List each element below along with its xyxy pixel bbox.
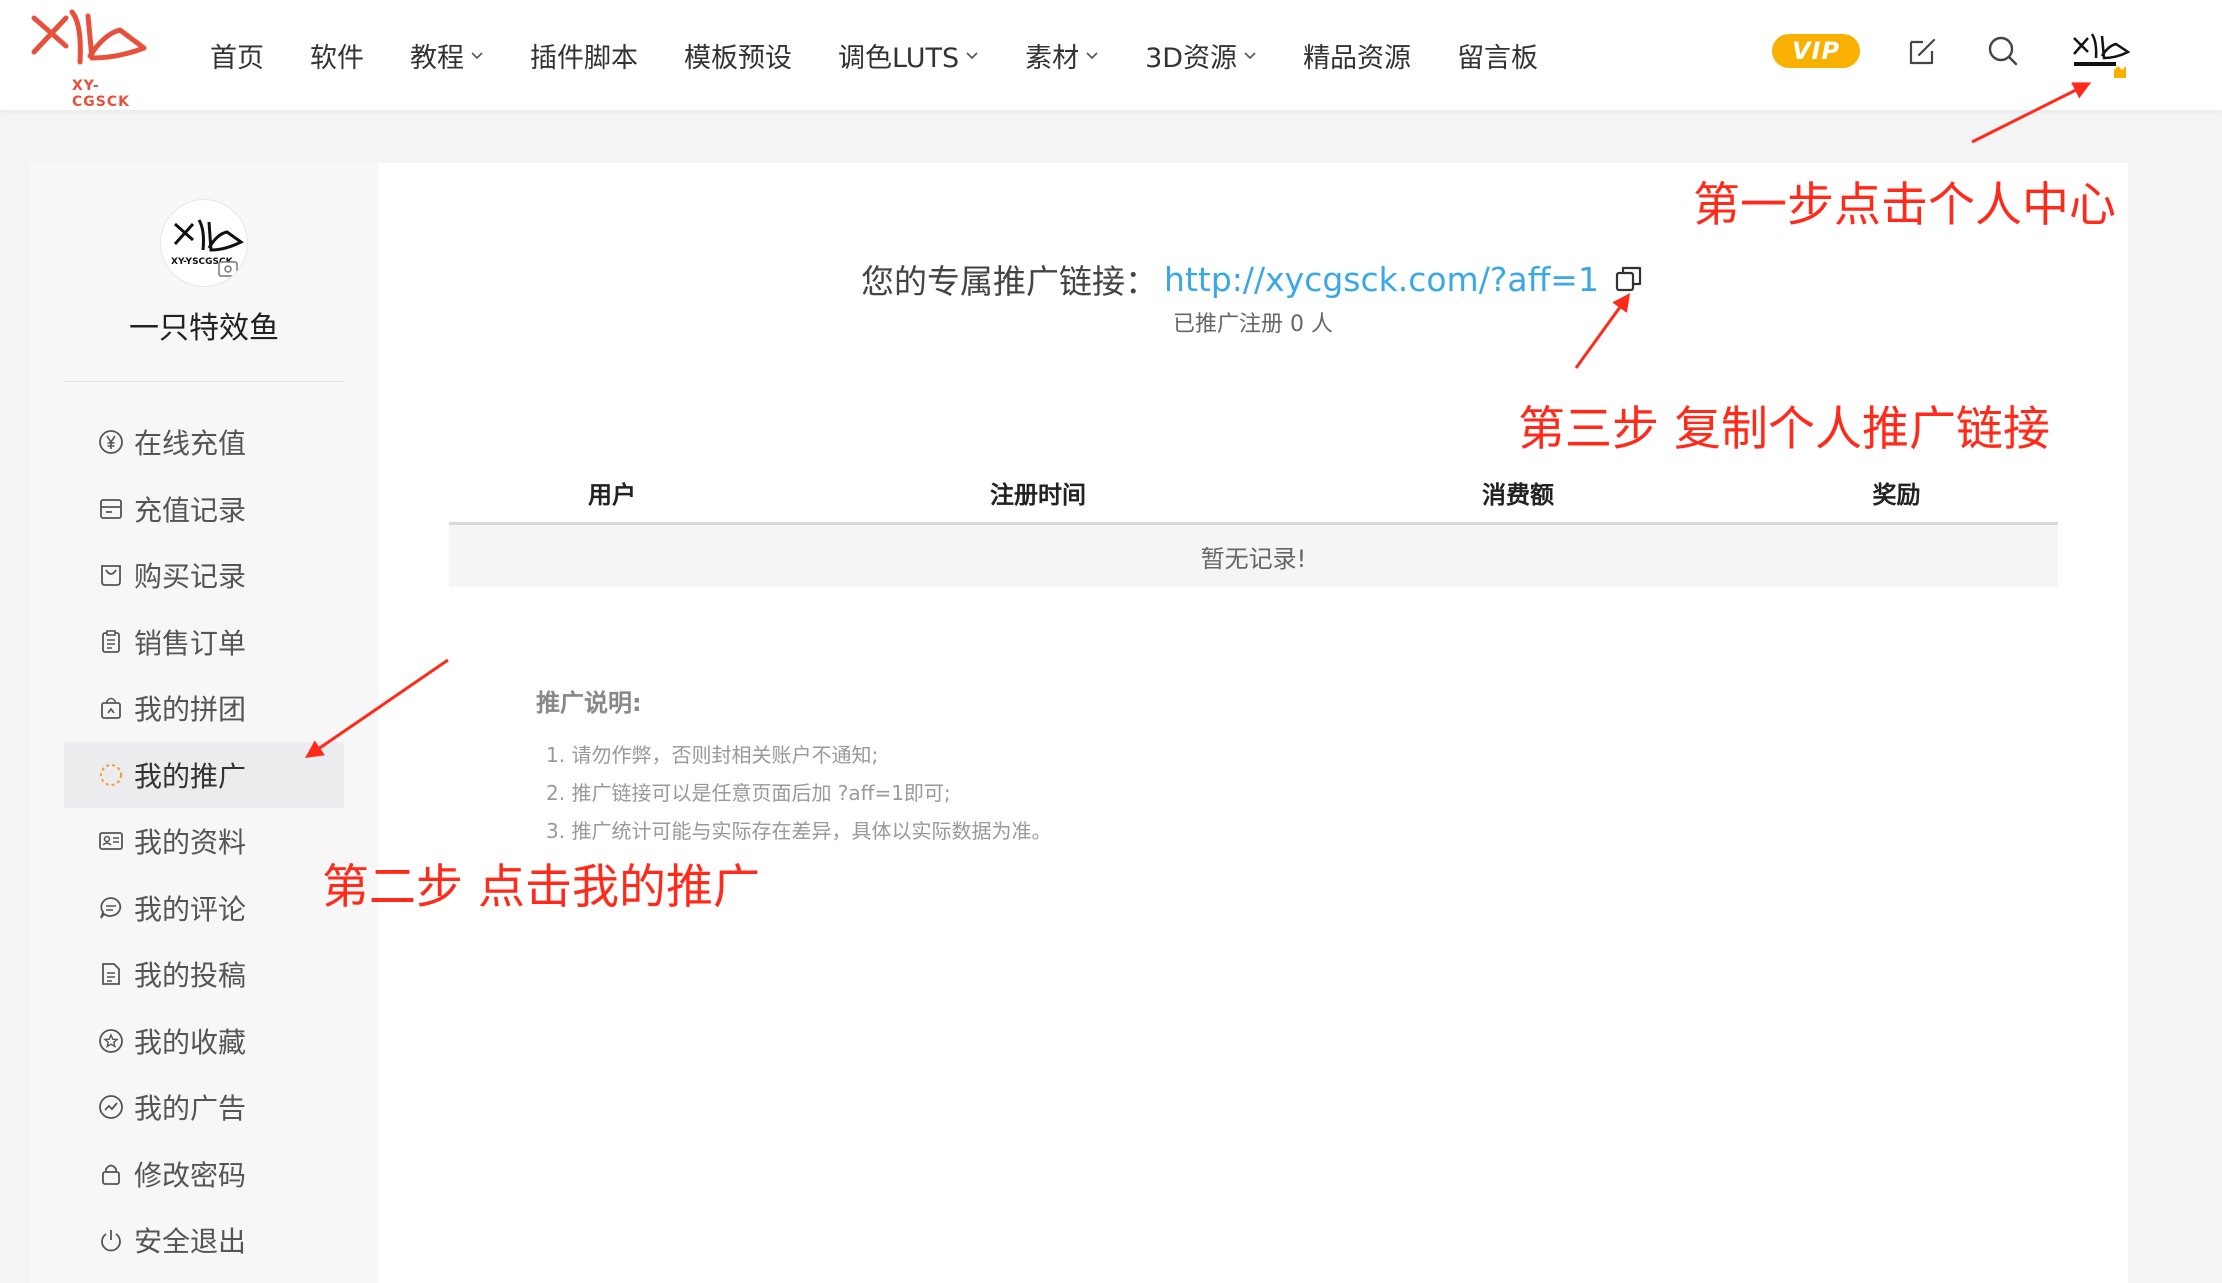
menu-label: 安全退出 bbox=[134, 1225, 247, 1259]
username: 一只特效鱼 bbox=[129, 311, 279, 346]
menu-item-change-password[interactable]: 修改密码 bbox=[64, 1141, 344, 1208]
nav-item-premium[interactable]: 精品资源 bbox=[1303, 36, 1411, 75]
table-empty-row: 暂无记录! bbox=[449, 525, 2058, 587]
search-icon[interactable] bbox=[1986, 34, 2020, 68]
nav-item-materials[interactable]: 素材 bbox=[1025, 36, 1099, 75]
affiliate-count: 已推广注册 0 人 bbox=[1173, 312, 1333, 337]
divider bbox=[64, 381, 344, 382]
menu-label: 在线充值 bbox=[134, 427, 247, 461]
site-logo[interactable]: XY-CGSCK bbox=[28, 4, 153, 110]
logo-text: XY-CGSCK bbox=[72, 78, 130, 110]
nav-label: 软件 bbox=[310, 42, 364, 74]
user-avatar[interactable] bbox=[2066, 22, 2130, 86]
avatar-image: XY-YSCGSCK bbox=[171, 219, 244, 277]
nav-item-tutorials[interactable]: 教程 bbox=[410, 36, 484, 75]
avatar[interactable]: XY-YSCGSCK bbox=[160, 199, 248, 287]
main-nav: 首页 软件 教程 插件脚本 模板预设 调色LUTS 素材 3D资源 精品资源 留… bbox=[210, 0, 1584, 110]
annotation-step3: 第三步 复制个人推广链接 bbox=[1518, 402, 2050, 457]
menu-item-recharge-records[interactable]: 充值记录 bbox=[64, 476, 344, 543]
column-header-reward: 奖励 bbox=[1872, 481, 1921, 509]
lock-icon bbox=[102, 1164, 120, 1185]
menu-item-my-posts[interactable]: 我的投稿 bbox=[64, 941, 344, 1008]
chevron-down-icon bbox=[966, 52, 978, 60]
nav-item-software[interactable]: 软件 bbox=[310, 36, 364, 75]
menu-label: 购买记录 bbox=[134, 560, 247, 594]
nav-label: 教程 bbox=[410, 42, 464, 74]
document-icon bbox=[102, 963, 120, 986]
nav-item-home[interactable]: 首页 bbox=[210, 36, 264, 75]
nav-item-guestbook[interactable]: 留言板 bbox=[1457, 36, 1538, 75]
chevron-down-icon bbox=[471, 52, 483, 60]
menu-item-my-promotion[interactable]: 我的推广 bbox=[64, 741, 344, 808]
copy-icon[interactable] bbox=[1613, 263, 1645, 295]
menu-label: 我的广告 bbox=[134, 1092, 247, 1126]
annotation-step1: 第一步点击个人中心 bbox=[1693, 178, 2116, 233]
nav-label: 模板预设 bbox=[684, 42, 792, 74]
nav-label: 插件脚本 bbox=[530, 42, 638, 74]
menu-label: 销售订单 bbox=[134, 626, 247, 660]
menu-item-my-comments[interactable]: 我的评论 bbox=[64, 875, 344, 942]
clipboard-icon bbox=[102, 629, 120, 653]
nav-label: 3D资源 bbox=[1145, 42, 1238, 74]
promotion-panel: 您的专属推广链接： http://xycgsck.com/?aff=1 已推广注… bbox=[378, 163, 2128, 1283]
chart-circle-icon bbox=[99, 1095, 123, 1120]
affiliate-link[interactable]: http://xycgsck.com/?aff=1 bbox=[1164, 260, 1599, 299]
menu-label: 充值记录 bbox=[134, 493, 247, 527]
referral-table: 用户 注册时间 消费额 奖励 暂无记录! bbox=[449, 463, 2058, 587]
menu-item-recharge[interactable]: 在线充值 bbox=[64, 409, 344, 476]
column-header-register-time: 注册时间 bbox=[990, 481, 1086, 509]
menu-item-group-buy[interactable]: 我的拼团 bbox=[64, 675, 344, 742]
menu-item-logout[interactable]: 安全退出 bbox=[64, 1207, 344, 1274]
description-title: 推广说明: bbox=[536, 689, 642, 717]
menu-label: 我的拼团 bbox=[134, 693, 247, 727]
vip-badge[interactable]: VIP bbox=[1772, 34, 1860, 68]
nav-label: 留言板 bbox=[1457, 42, 1539, 74]
description-item: 1. 请勿作弊，否则封相关账户不通知; bbox=[546, 743, 879, 767]
nav-label: 精品资源 bbox=[1303, 42, 1412, 74]
top-header: XY-CGSCK 首页 软件 教程 插件脚本 模板预设 调色LUTS 素材 3D… bbox=[0, 0, 2222, 110]
menu-item-purchase-records[interactable]: 购买记录 bbox=[64, 542, 344, 609]
affiliate-label: 您的专属推广链接： bbox=[861, 262, 1159, 301]
menu-label: 我的资料 bbox=[134, 826, 247, 860]
chevron-down-icon bbox=[1086, 52, 1098, 60]
menu-label: 我的收藏 bbox=[134, 1025, 247, 1059]
chevron-down-icon bbox=[1244, 52, 1256, 60]
menu-item-my-favorites[interactable]: 我的收藏 bbox=[64, 1008, 344, 1075]
nav-label: 调色LUTS bbox=[838, 42, 960, 74]
loading-circle-icon bbox=[100, 763, 122, 786]
column-header-spend: 消费额 bbox=[1482, 481, 1554, 509]
user-menu: 在线充值 充值记录 购买记录 销售订单 我的拼团 我的推广 我的资料 我的评论 … bbox=[64, 409, 344, 1274]
bag-icon bbox=[101, 565, 121, 587]
menu-label: 我的评论 bbox=[134, 892, 247, 926]
group-buy-icon bbox=[101, 697, 121, 720]
nav-item-3d[interactable]: 3D资源 bbox=[1145, 36, 1257, 75]
id-card-icon bbox=[99, 832, 123, 851]
description-item: 3. 推广统计可能与实际存在差异，具体以实际数据为准。 bbox=[546, 819, 1052, 843]
promotion-description: 推广说明: 1. 请勿作弊，否则封相关账户不通知; 2. 推广链接可以是任意页面… bbox=[536, 683, 1051, 850]
menu-label: 我的投稿 bbox=[134, 959, 247, 993]
menu-item-my-ads[interactable]: 我的广告 bbox=[64, 1074, 344, 1141]
nav-item-luts[interactable]: 调色LUTS bbox=[838, 36, 979, 75]
power-icon bbox=[101, 1230, 121, 1252]
menu-label: 修改密码 bbox=[134, 1158, 247, 1192]
annotation-step2: 第二步 点击我的推广 bbox=[322, 860, 760, 915]
record-icon bbox=[100, 498, 122, 519]
menu-item-my-profile[interactable]: 我的资料 bbox=[64, 808, 344, 875]
description-item: 2. 推广链接可以是任意页面后加 ?aff=1即可; bbox=[546, 781, 951, 805]
user-sidebar: XY-YSCGSCK 一只特效鱼 在线充值 充值记录 购买记录 销售订单 我的拼… bbox=[30, 163, 378, 1283]
menu-item-sales-orders[interactable]: 销售订单 bbox=[64, 609, 344, 676]
star-circle-icon bbox=[99, 1028, 123, 1053]
nav-item-plugins[interactable]: 插件脚本 bbox=[530, 36, 638, 75]
page: XY-CGSCK 首页 软件 教程 插件脚本 模板预设 调色LUTS 素材 3D… bbox=[0, 0, 2222, 1283]
menu-label: 我的推广 bbox=[134, 759, 247, 793]
comment-icon bbox=[100, 896, 122, 919]
column-header-user: 用户 bbox=[588, 481, 636, 509]
edit-icon[interactable] bbox=[1906, 34, 1940, 68]
nav-label: 首页 bbox=[210, 42, 264, 74]
affiliate-link-row: 您的专属推广链接： http://xycgsck.com/?aff=1 bbox=[378, 255, 2128, 303]
table-header: 用户 注册时间 消费额 奖励 bbox=[449, 463, 2058, 525]
nav-label: 素材 bbox=[1025, 42, 1080, 74]
nav-item-templates[interactable]: 模板预设 bbox=[684, 36, 792, 75]
yen-circle-icon bbox=[99, 430, 123, 455]
